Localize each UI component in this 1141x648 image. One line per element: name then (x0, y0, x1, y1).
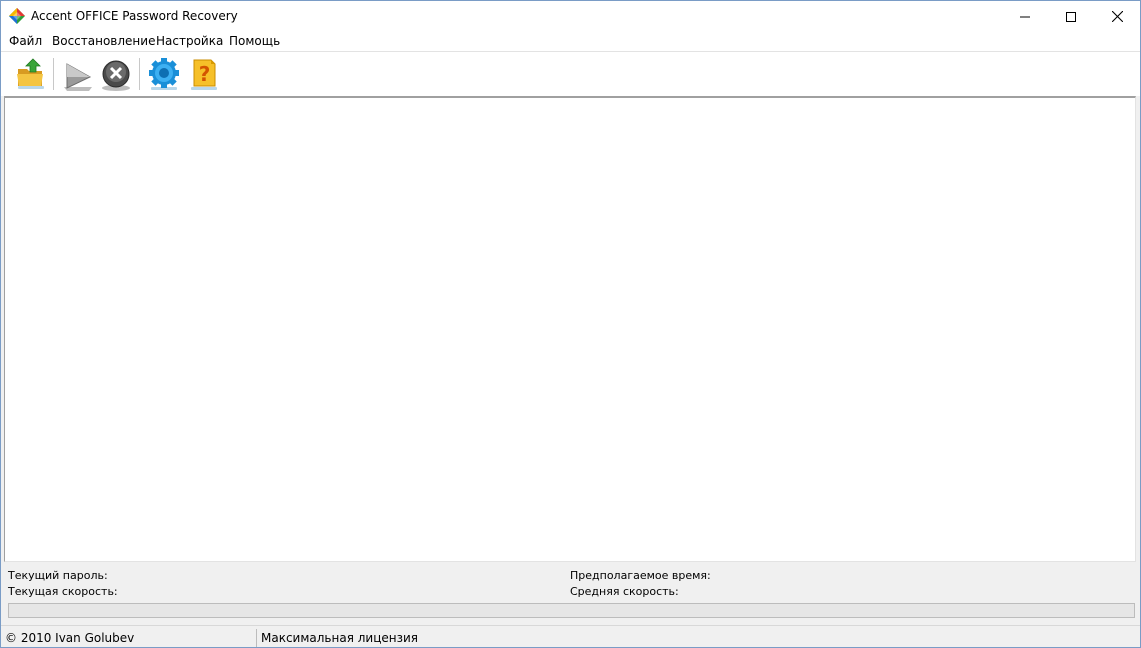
menu-recovery[interactable]: Восстановление (51, 34, 156, 48)
play-icon (64, 63, 92, 91)
toolbar-separator (139, 58, 141, 90)
window-title: Accent OFFICE Password Recovery (31, 9, 238, 23)
average-speed-label: Средняя скорость: (570, 585, 679, 598)
svg-text:?: ? (199, 62, 211, 86)
menu-bar: Файл Восстановление Настройка Помощь (1, 32, 1140, 51)
close-icon (1111, 11, 1123, 22)
maximize-icon (1066, 11, 1076, 22)
main-content-area (4, 96, 1136, 562)
app-logo-icon (9, 8, 25, 24)
close-button[interactable] (1094, 1, 1140, 32)
current-speed-label: Текущая скорость: (8, 585, 118, 598)
stop-icon (102, 60, 130, 91)
toolbar: ? (1, 51, 1140, 96)
toolbar-separator (53, 58, 55, 90)
title-bar[interactable]: Accent OFFICE Password Recovery (1, 1, 1140, 32)
minimize-icon (1020, 16, 1030, 17)
minimize-button[interactable] (1002, 1, 1048, 32)
app-window: Accent OFFICE Password Recovery Файл Вос… (0, 0, 1141, 648)
menu-settings[interactable]: Настройка (155, 34, 224, 48)
progress-bar (8, 603, 1135, 618)
status-bar: © 2010 Ivan Golubev Максимальная лицензи… (1, 625, 1140, 647)
current-password-label: Текущий пароль: (8, 569, 108, 582)
estimated-time-label: Предполагаемое время: (570, 569, 711, 582)
start-button[interactable] (61, 56, 95, 92)
open-file-button[interactable] (14, 56, 48, 92)
settings-gear-icon (149, 58, 179, 90)
help-button[interactable]: ? (187, 56, 221, 92)
menu-file[interactable]: Файл (8, 34, 43, 48)
copyright-text: © 2010 Ivan Golubev (5, 631, 135, 645)
menu-help[interactable]: Помощь (228, 34, 281, 48)
status-divider (256, 629, 257, 647)
license-text: Максимальная лицензия (261, 631, 418, 645)
settings-button[interactable] (147, 56, 181, 92)
open-folder-icon (17, 58, 44, 89)
stop-button[interactable] (99, 56, 133, 92)
help-icon: ? (191, 59, 217, 90)
maximize-button[interactable] (1048, 1, 1094, 32)
